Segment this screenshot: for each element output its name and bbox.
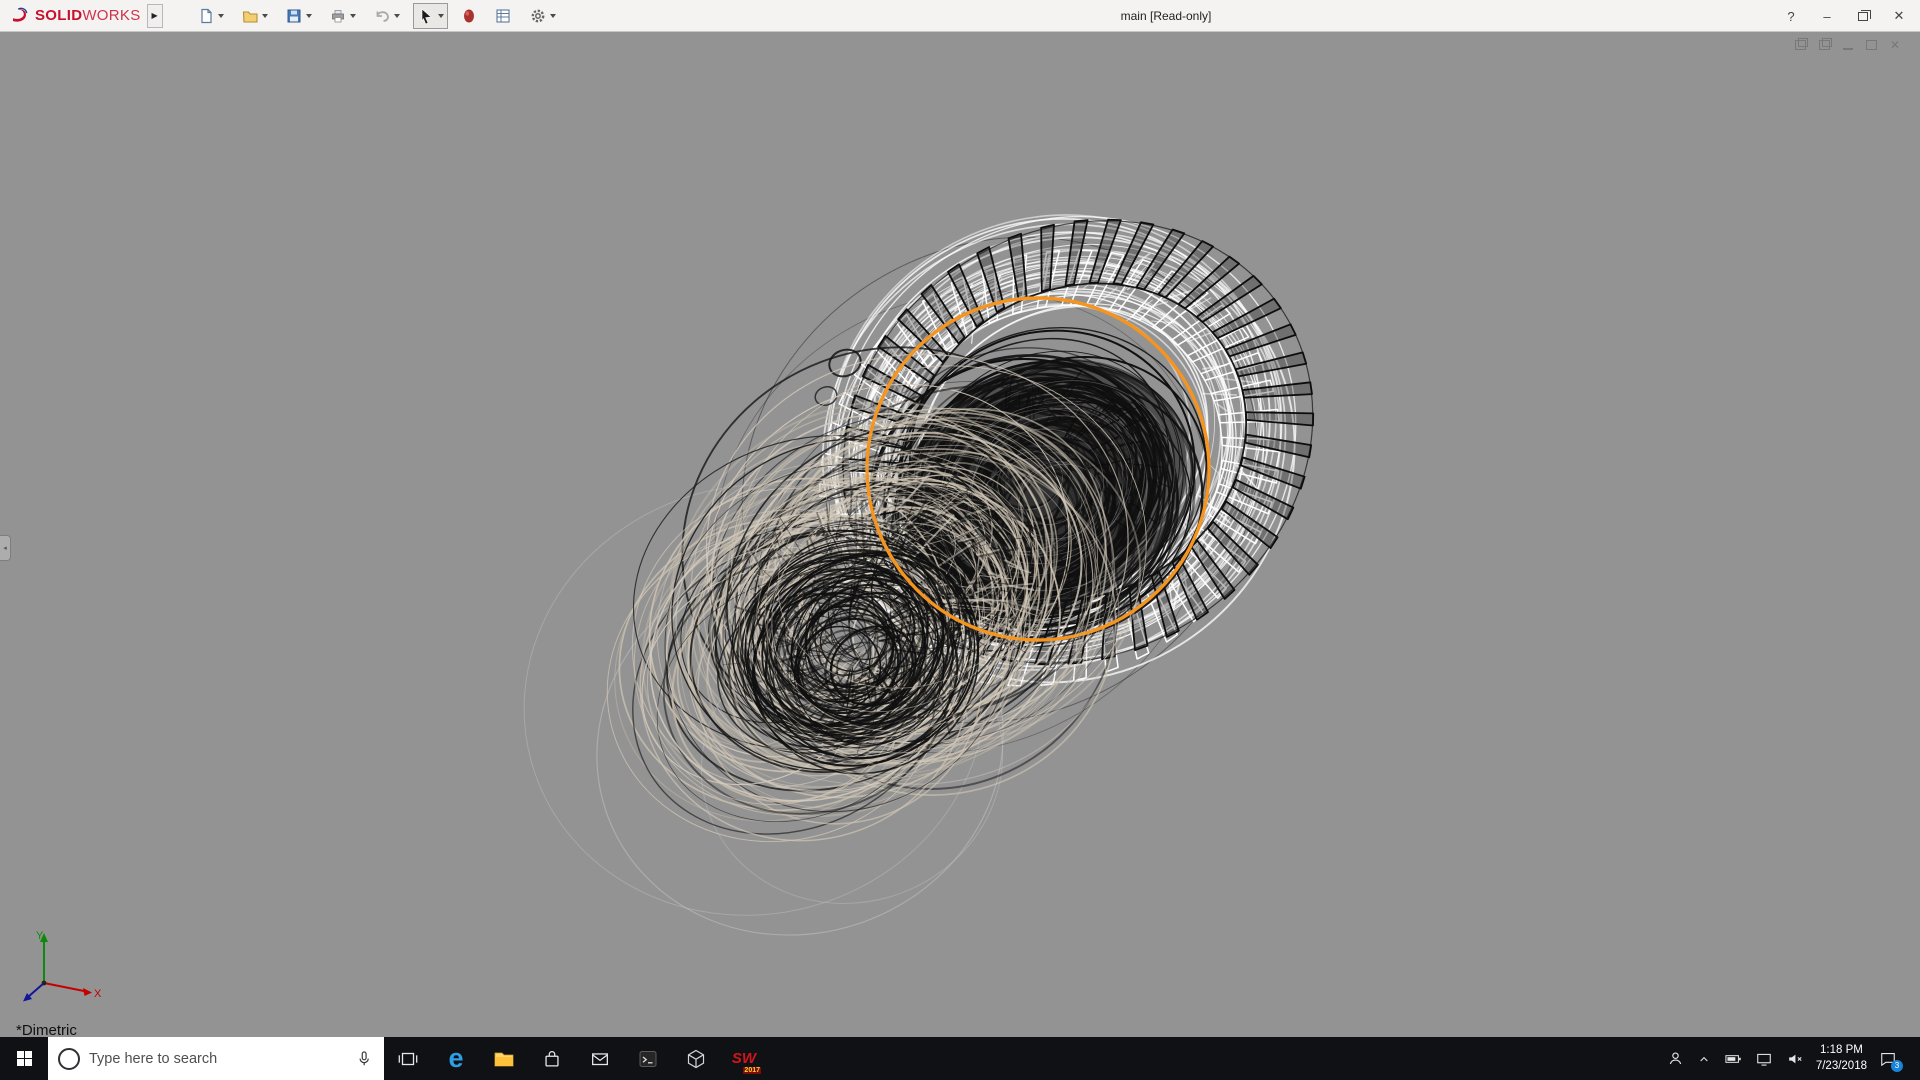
dropdown-caret-icon[interactable]: [437, 13, 444, 18]
dropdown-caret-icon[interactable]: [217, 13, 224, 18]
chevron-up-icon: [1700, 1056, 1708, 1061]
solidworks-icon: SW 2017: [729, 1044, 761, 1074]
restore-button[interactable]: [1848, 4, 1878, 28]
action-center-button[interactable]: 3: [1878, 1049, 1903, 1072]
dropdown-caret-icon[interactable]: [349, 13, 356, 18]
console-icon: [639, 1050, 657, 1067]
windows-logo-icon: [16, 1051, 32, 1066]
people-button[interactable]: [1666, 1049, 1685, 1068]
dropdown-caret-icon[interactable]: [305, 13, 312, 18]
menu-flyout-button[interactable]: ▶: [146, 3, 163, 28]
engine-wireframe-model[interactable]: [0, 32, 1920, 1037]
window-controls: ? – ✕: [1776, 0, 1914, 32]
people-icon: [1669, 1052, 1682, 1065]
task-view-icon: [398, 1052, 418, 1065]
restore-icon: [1858, 9, 1871, 21]
graphics-area[interactable]: ✕ ◂ Y X *Dimetric: [0, 32, 1920, 1037]
brand-works: WORKS: [82, 7, 141, 24]
network-button[interactable]: [1754, 1049, 1774, 1069]
console-button[interactable]: [624, 1037, 672, 1080]
minimize-button[interactable]: –: [1812, 4, 1842, 28]
solidworks-brand: SOLIDWORKS: [0, 0, 147, 31]
brand-wordmark: SOLIDWORKS: [35, 7, 141, 24]
select-button[interactable]: [412, 2, 448, 29]
cortana-icon[interactable]: [58, 1047, 80, 1070]
file-explorer-button[interactable]: [480, 1037, 528, 1080]
notification-badge: 3: [1891, 1059, 1903, 1072]
new-document-button[interactable]: [193, 3, 228, 29]
orientation-triad: Y X: [23, 930, 102, 1002]
dropdown-caret-icon[interactable]: [393, 13, 400, 18]
tray-time: 1:18 PM: [1820, 1043, 1863, 1056]
new-document-icon: [200, 8, 212, 23]
system-tray: 1:18 PM 7/23/2018 3: [1666, 1037, 1920, 1080]
triad-x-label: X: [94, 988, 102, 1000]
hidden-icons-button[interactable]: [1696, 1051, 1712, 1067]
close-button[interactable]: ✕: [1884, 4, 1914, 28]
battery-icon: [1725, 1054, 1741, 1063]
edge-icon: e: [448, 1043, 464, 1073]
undo-button[interactable]: [369, 3, 404, 29]
store-button[interactable]: [528, 1037, 576, 1080]
volume-button[interactable]: [1785, 1049, 1805, 1069]
print-icon: [331, 9, 344, 22]
save-button[interactable]: [281, 3, 316, 29]
save-floppy-icon: [287, 9, 301, 22]
new-window-icon[interactable]: [1794, 38, 1808, 50]
collapsed-panel-tab[interactable]: ◂: [0, 535, 11, 561]
solidworks-app-button[interactable]: SW 2017: [720, 1037, 768, 1080]
tray-date: 7/23/2018: [1815, 1059, 1867, 1072]
microphone-icon[interactable]: [354, 1049, 374, 1069]
gear-icon: [531, 9, 544, 22]
network-pc-icon: [1757, 1053, 1771, 1066]
mdi-minimize-icon[interactable]: [1842, 47, 1853, 50]
open-folder-icon: [242, 10, 258, 23]
tile-window-icon[interactable]: [1818, 38, 1832, 50]
titlebar: SOLIDWORKS ▶ main [Read-only] ? – ✕: [0, 0, 1920, 32]
file-explorer-icon: [494, 1052, 514, 1066]
appearance-sphere-icon: [463, 9, 474, 22]
mail-envelope-icon: [592, 1052, 608, 1065]
triad-y-label: Y: [36, 930, 44, 942]
brand-solid: SOLID: [35, 7, 83, 24]
solidworks-sw-glyph: SW: [731, 1050, 757, 1067]
mail-button[interactable]: [576, 1037, 624, 1080]
solidworks-year-badge: 2017: [743, 1066, 761, 1074]
clock[interactable]: 1:18 PM 7/23/2018: [1816, 1043, 1867, 1074]
help-button[interactable]: ?: [1776, 4, 1806, 28]
mdi-restore-icon[interactable]: [1865, 40, 1877, 50]
mdi-close-icon[interactable]: ✕: [1890, 39, 1900, 51]
dropdown-caret-icon[interactable]: [549, 13, 556, 18]
file-properties-icon: [495, 8, 510, 23]
dropdown-caret-icon[interactable]: [261, 13, 268, 18]
cube-3d-icon: [687, 1049, 705, 1068]
select-cursor-icon: [421, 7, 432, 24]
dassault-logo-icon: [13, 7, 28, 22]
taskbar: e SW 2017: [0, 1037, 1920, 1080]
battery-button[interactable]: [1723, 1049, 1743, 1069]
view-orientation-label: *Dimetric: [16, 1022, 77, 1037]
document-title: main [Read-only]: [1120, 9, 1212, 23]
options-button[interactable]: [525, 3, 560, 29]
task-view-button[interactable]: [384, 1037, 432, 1080]
print-button[interactable]: [325, 3, 360, 29]
file-properties-button[interactable]: [490, 3, 516, 29]
mdi-window-controls: ✕: [1794, 38, 1900, 51]
store-bag-icon: [545, 1050, 559, 1067]
start-button[interactable]: [0, 1037, 48, 1080]
volume-muted-icon: [1788, 1054, 1802, 1063]
appearances-button[interactable]: [457, 3, 481, 29]
quick-access-toolbar: [193, 2, 560, 29]
mixed-reality-button[interactable]: [672, 1037, 720, 1080]
taskbar-search[interactable]: [48, 1037, 384, 1080]
edge-button[interactable]: e: [432, 1037, 480, 1080]
undo-arrow-icon: [376, 10, 389, 22]
search-input[interactable]: [89, 1050, 345, 1067]
open-button[interactable]: [237, 3, 272, 29]
